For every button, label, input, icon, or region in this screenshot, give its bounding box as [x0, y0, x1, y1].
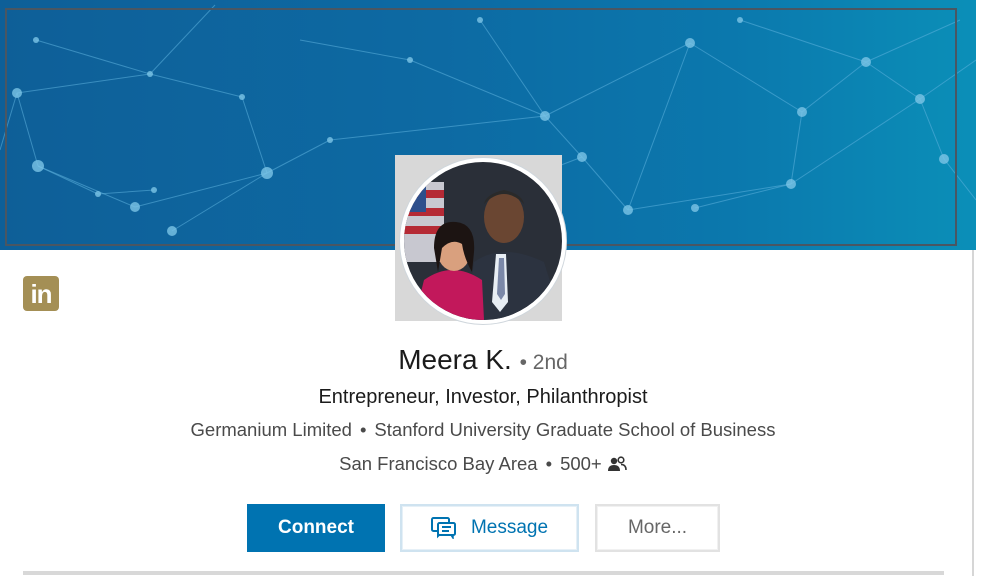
linkedin-logo: in [23, 276, 59, 311]
connect-button[interactable]: Connect [247, 504, 385, 552]
profile-headline: Entrepreneur, Investor, Philanthropist [318, 386, 648, 408]
people-icon [607, 453, 627, 479]
profile-name-row: Meera K. • 2nd [0, 342, 966, 381]
more-button[interactable]: More... [595, 504, 720, 552]
connections-count[interactable]: 500+ [560, 453, 602, 474]
profile-photo [404, 162, 562, 320]
divider [972, 250, 974, 576]
separator: • [545, 453, 553, 474]
divider [23, 571, 944, 575]
location: San Francisco Bay Area [339, 453, 538, 474]
experience-education-row: Germanium Limited • Stanford University Gr… [0, 417, 966, 443]
message-button[interactable]: Message [400, 504, 579, 552]
education-school[interactable]: Stanford University Graduate School of B… [374, 419, 775, 440]
avatar[interactable] [400, 158, 566, 324]
separator: • [359, 419, 367, 440]
location-connections-row: San Francisco Bay Area • 500+ [0, 451, 966, 479]
current-company[interactable]: Germanium Limited [191, 419, 352, 440]
message-button-label: Message [470, 517, 549, 538]
message-bubbles-icon [430, 517, 457, 539]
profile-name: Meera K. [398, 344, 512, 375]
connection-degree: • 2nd [519, 351, 568, 374]
